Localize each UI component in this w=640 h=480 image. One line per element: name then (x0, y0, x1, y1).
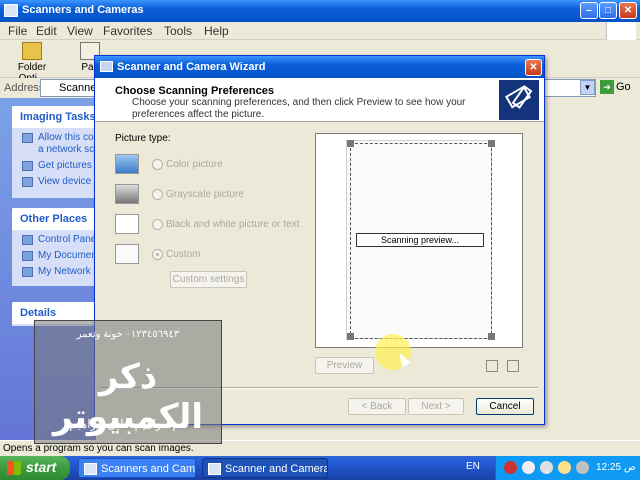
task-label: a network scan (38, 144, 96, 155)
menu-favorites[interactable]: Favorites (103, 24, 152, 38)
custom-radio[interactable] (152, 249, 163, 260)
color-picture-label: Color picture (166, 159, 223, 170)
language-indicator[interactable]: EN (466, 461, 486, 472)
address-label: Address (4, 82, 45, 94)
folder-options-icon (22, 42, 42, 60)
task-label: Scanners and Cameras (101, 463, 196, 475)
wizard-title: Scanner and Camera Wizard (117, 61, 266, 73)
place-my-network-places[interactable]: My Network Pl (12, 266, 96, 278)
wizard-close-button[interactable]: ✕ (525, 59, 542, 76)
other-places-panel: Other Places Control Panel My Documents … (12, 208, 96, 286)
scanner-icon (100, 61, 113, 72)
watermark-phone: ٠١٢٣٤٥٦٩٤٣ خونة وتعمر (76, 329, 180, 340)
channel-watermark: ٠١٢٣٤٥٦٩٤٣ خونة وتعمر ذكر الكمبيوتر ا.م … (34, 320, 222, 444)
get-pictures-icon (22, 161, 33, 171)
imaging-tasks-panel: Imaging Tasks Allow this comp a network … (12, 106, 96, 198)
cancel-button[interactable]: Cancel (476, 398, 534, 415)
explorer-title: Scanners and Cameras (22, 4, 144, 16)
start-button[interactable]: start (0, 456, 70, 480)
wizard-title-bar: Scanner and Camera Wizard ✕ (95, 56, 544, 78)
volume-icon[interactable] (576, 461, 589, 474)
menu-file[interactable]: File (8, 24, 27, 38)
grayscale-picture-label: Grayscale picture (166, 189, 244, 200)
grayscale-picture-radio[interactable] (152, 189, 163, 200)
preview-button[interactable]: Preview (315, 357, 374, 374)
other-places-heading[interactable]: Other Places (12, 208, 96, 230)
wizard-step-title: Choose Scanning Preferences (115, 85, 274, 97)
imaging-tasks-heading[interactable]: Imaging Tasks (12, 106, 96, 128)
network-icon[interactable] (522, 461, 535, 474)
taskbar-scanners-and-cameras[interactable]: Scanners and Cameras (78, 458, 196, 478)
custom-label: Custom (166, 249, 201, 260)
picture-type-label: Picture type: (115, 133, 171, 144)
taskbar: start Scanners and Cameras Scanner and C… (0, 456, 640, 480)
start-label: start (26, 459, 57, 475)
selection-handle-top-left[interactable] (347, 140, 354, 147)
task-label: View device pr (38, 176, 96, 187)
place-label: My Network Pl (38, 266, 96, 277)
watermark-subtitle: ا.م ابراهيم خليل ابراهيم (69, 417, 187, 431)
scanner-wizard-icon (499, 80, 539, 120)
device-properties-icon (22, 177, 33, 187)
menu-tools[interactable]: Tools (164, 24, 192, 38)
scan-preview-area[interactable]: Scanning preview... (315, 133, 523, 348)
close-button[interactable]: ✕ (619, 2, 637, 19)
go-button[interactable]: ➜ Go (600, 80, 640, 96)
scanner-icon (208, 463, 221, 475)
task-label: Get pictures (38, 160, 92, 171)
control-panel-icon (22, 235, 33, 245)
black-white-radio[interactable] (152, 219, 163, 230)
scanners-folder-icon (4, 4, 18, 17)
menu-help[interactable]: Help (204, 24, 229, 38)
place-label: My Documents (38, 250, 96, 261)
wizard-header: Choose Scanning Preferences Choose your … (95, 78, 544, 122)
my-documents-icon (22, 251, 33, 261)
taskbar-scanner-wizard[interactable]: Scanner and Camera... (202, 458, 328, 478)
selection-handle-top-right[interactable] (488, 140, 495, 147)
folder-icon (84, 463, 97, 475)
menu-bar: File Edit View Favorites Tools Help (0, 22, 640, 40)
grayscale-picture-icon (115, 184, 139, 204)
custom-settings-icon (115, 244, 139, 264)
next-button[interactable]: Next > (408, 398, 464, 415)
task-allow-network-scan[interactable]: Allow this comp (12, 132, 96, 144)
menu-edit[interactable]: Edit (36, 24, 57, 38)
menu-view[interactable]: View (67, 24, 93, 38)
address-dropdown-icon[interactable]: ▼ (580, 80, 595, 95)
task-view-device-properties[interactable]: View device pr (12, 176, 96, 188)
black-white-text-icon (115, 214, 139, 234)
custom-settings-button[interactable]: Custom settings (170, 271, 247, 288)
windows-logo-icon (606, 22, 636, 40)
go-label: Go (616, 81, 631, 93)
minimize-button[interactable]: – (580, 2, 598, 19)
color-picture-radio[interactable] (152, 159, 163, 170)
messenger-icon[interactable] (558, 461, 571, 474)
windows-flag-icon (7, 461, 21, 475)
go-arrow-icon: ➜ (600, 80, 614, 94)
wizard-step-subtitle: Choose your scanning preferences, and th… (132, 97, 466, 120)
zoom-fit-icon[interactable] (486, 360, 498, 372)
scan-status-message: Scanning preview... (356, 233, 484, 247)
place-my-documents[interactable]: My Documents (12, 250, 96, 262)
my-network-places-icon (22, 267, 33, 277)
zoom-in-icon[interactable] (507, 360, 519, 372)
system-tray: 12:25 ص (495, 456, 640, 480)
explorer-title-bar: Scanners and Cameras – □ ✕ (0, 0, 640, 22)
safely-remove-icon[interactable] (540, 461, 553, 474)
maximize-button[interactable]: □ (599, 2, 617, 19)
selection-handle-bottom-left[interactable] (347, 333, 354, 340)
back-button[interactable]: < Back (348, 398, 406, 415)
task-label: Scanner and Camera... (225, 463, 328, 475)
clock[interactable]: 12:25 ص (596, 462, 636, 473)
network-scanner-icon (22, 133, 33, 143)
place-label: Control Panel (38, 234, 96, 245)
color-picture-icon (115, 154, 139, 174)
task-label: Allow this comp (38, 132, 96, 143)
place-control-panel[interactable]: Control Panel (12, 234, 96, 246)
selection-handle-bottom-right[interactable] (488, 333, 495, 340)
antivirus-icon[interactable] (504, 461, 517, 474)
black-white-label: Black and white picture or text (166, 219, 300, 230)
task-get-pictures[interactable]: Get pictures (12, 160, 96, 172)
task-allow-network-scan-cont[interactable]: a network scan (12, 144, 96, 156)
